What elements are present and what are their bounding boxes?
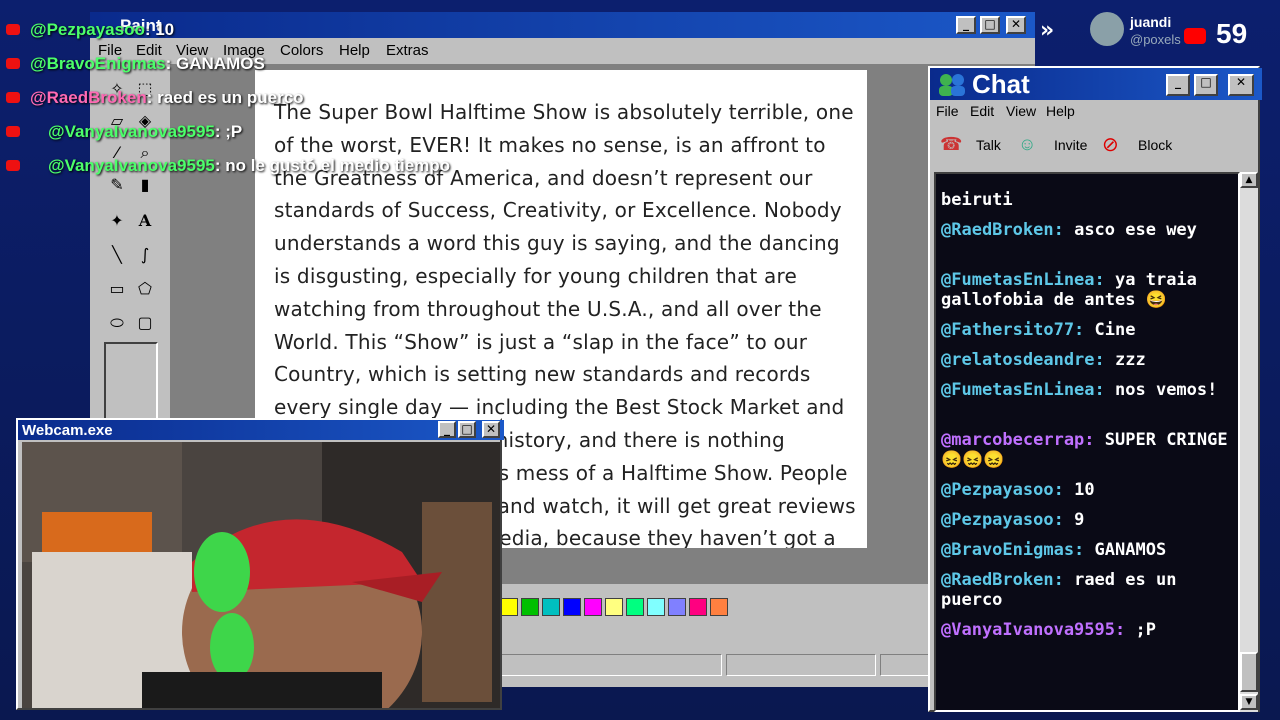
minimize-button[interactable]: _: [1166, 74, 1190, 96]
chat-message: @Pezpayasoo: 10: [941, 480, 1095, 500]
chat-message: @FumetasEnLinea: ya traia gallofobia de …: [941, 270, 1197, 310]
invite-icon: ☺: [1018, 134, 1037, 154]
polygon-icon[interactable]: ⬠: [132, 276, 158, 302]
channel-name: juandi: [1130, 14, 1172, 30]
color-swatch[interactable]: [668, 598, 686, 616]
chat-message: @RaedBroken: raed es un puerco: [941, 570, 1177, 610]
color-swatch[interactable]: [647, 598, 665, 616]
status-cell: [726, 654, 876, 676]
block-button[interactable]: Block: [1138, 137, 1172, 153]
ellipse-icon[interactable]: ⬭: [104, 310, 130, 336]
channel-handle: @poxels: [1130, 32, 1181, 47]
chat-scrollbar[interactable]: ▲ ▼: [1240, 172, 1258, 712]
youtube-icon: [1184, 28, 1206, 44]
menu-help[interactable]: Help: [1046, 103, 1075, 119]
color-swatch[interactable]: [500, 598, 518, 616]
scroll-up-button[interactable]: ▲: [1240, 172, 1258, 188]
overlay-message: @VanyaIvanova9595: no le gustó el medio …: [48, 156, 451, 175]
chat-menubar: File Edit View Help: [930, 100, 1262, 122]
status-cell: [500, 654, 722, 676]
chat-message: beiruti: [941, 190, 1013, 210]
menu-file[interactable]: File: [936, 103, 959, 119]
viewer-count: 59: [1216, 18, 1248, 49]
avatar: [1090, 12, 1124, 46]
talk-button[interactable]: Talk: [976, 137, 1001, 153]
chat-message: @FumetasEnLinea: nos vemos!: [941, 380, 1218, 400]
color-swatch[interactable]: [542, 598, 560, 616]
chat-message: @VanyaIvanova9595: ;P: [941, 620, 1156, 640]
youtube-icon: [6, 58, 20, 69]
chat-message: @RaedBroken: asco ese wey: [941, 220, 1197, 240]
chat-message: @relatosdeandre: zzz: [941, 350, 1146, 370]
minimize-button[interactable]: _: [956, 16, 976, 34]
paint-titlebar[interactable]: Paint _ □ ✕: [90, 12, 1035, 38]
rectangle-icon[interactable]: ▭: [104, 276, 130, 302]
chevron-right-icon[interactable]: »: [1040, 18, 1054, 43]
overlay-message: @VanyaIvanova9595: ;P: [48, 122, 243, 141]
close-button[interactable]: ✕: [1006, 16, 1026, 34]
chat-message: @Pezpayasoo: 9: [941, 510, 1085, 530]
menu-colors[interactable]: Colors: [280, 42, 323, 59]
close-button[interactable]: ✕: [1228, 74, 1254, 96]
scroll-thumb[interactable]: [1240, 652, 1258, 692]
chat-window: Chat _ □ ✕ File Edit View Help ☎ Talk ☺ …: [928, 66, 1262, 712]
chat-titlebar[interactable]: Chat _ □ ✕: [930, 68, 1262, 100]
overlay-message: @BravoEnigmas: GANAMOS: [30, 54, 265, 73]
buddies-icon: [939, 74, 965, 96]
menu-help[interactable]: Help: [339, 42, 370, 59]
maximize-button[interactable]: □: [1194, 74, 1218, 96]
color-swatch[interactable]: [563, 598, 581, 616]
color-swatch[interactable]: [689, 598, 707, 616]
youtube-badge: juandi @poxels 59: [1080, 8, 1280, 62]
scroll-down-button[interactable]: ▼: [1240, 694, 1258, 710]
webcam-feed: [22, 442, 500, 708]
youtube-icon: [6, 24, 20, 35]
close-button[interactable]: ✕: [482, 421, 500, 438]
webcam-title: Webcam.exe: [22, 422, 113, 439]
airbrush-icon[interactable]: ✦: [104, 208, 130, 234]
overlay-message: @RaedBroken: raed es un puerco: [30, 88, 304, 107]
chat-toolbar: ☎ Talk ☺ Invite ⊘ Block: [930, 126, 1262, 166]
webcam-titlebar[interactable]: Webcam.exe _ □ ✕: [18, 420, 504, 440]
maximize-button[interactable]: □: [458, 421, 476, 438]
youtube-icon: [6, 160, 20, 171]
invite-button[interactable]: Invite: [1054, 137, 1087, 153]
chat-message: @BravoEnigmas: GANAMOS: [941, 540, 1167, 560]
youtube-icon: [6, 126, 20, 137]
overlay-message: @Pezpayasoo: 10: [30, 20, 175, 39]
text-icon[interactable]: A: [132, 208, 158, 234]
curve-icon[interactable]: ∫: [132, 242, 158, 268]
block-icon: ⊘: [1102, 134, 1119, 156]
webcam-window: Webcam.exe _ □ ✕: [16, 418, 504, 710]
webcam-image: [22, 442, 500, 708]
line-icon[interactable]: ╲: [104, 242, 130, 268]
color-swatch[interactable]: [584, 598, 602, 616]
color-swatch[interactable]: [605, 598, 623, 616]
chat-title: Chat: [972, 69, 1030, 99]
maximize-button[interactable]: □: [980, 16, 1000, 34]
color-swatch[interactable]: [626, 598, 644, 616]
rounded-rect-icon[interactable]: ▢: [132, 310, 158, 336]
menu-view[interactable]: View: [1006, 103, 1036, 119]
color-swatch[interactable]: [710, 598, 728, 616]
youtube-icon: [6, 92, 20, 103]
minimize-button[interactable]: _: [438, 421, 456, 438]
color-swatch[interactable]: [521, 598, 539, 616]
chat-log[interactable]: beiruti @RaedBroken: asco ese wey @Fumet…: [934, 172, 1240, 712]
menu-extras[interactable]: Extras: [386, 42, 429, 59]
chat-message: @Fathersito77: Cine: [941, 320, 1136, 340]
chat-message: @marcobecerrap: SUPER CRINGE😖😖😖: [941, 430, 1228, 470]
menu-edit[interactable]: Edit: [970, 103, 994, 119]
talk-icon: ☎: [940, 134, 963, 154]
